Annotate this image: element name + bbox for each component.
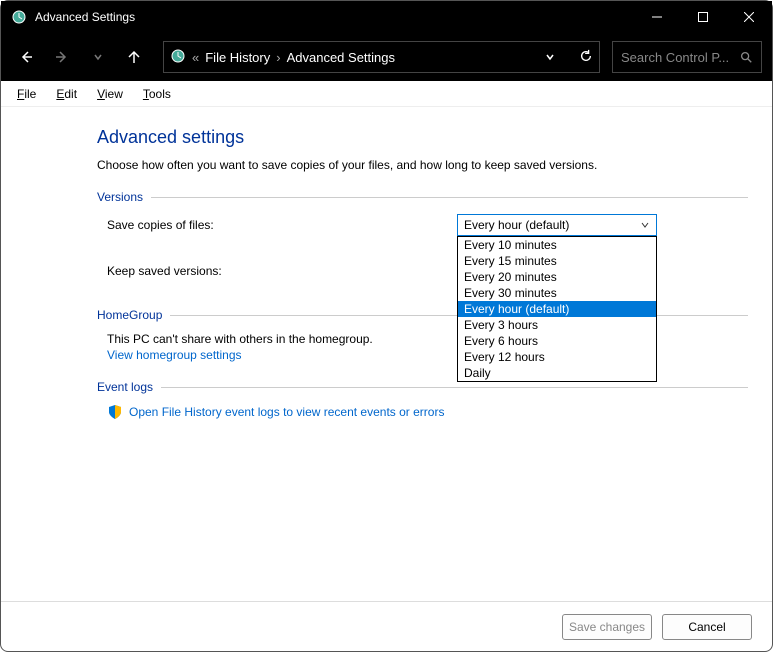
section-versions: Versions	[97, 190, 748, 204]
shield-icon	[107, 404, 123, 420]
chevron-down-icon	[640, 220, 650, 230]
app-icon	[11, 9, 27, 25]
titlebar: Advanced Settings	[1, 1, 772, 33]
address-icon	[170, 48, 186, 67]
save-copies-combobox[interactable]: Every hour (default) Every 10 minutesEve…	[457, 214, 657, 236]
breadcrumb-current[interactable]: Advanced Settings	[287, 50, 395, 65]
dropdown-option[interactable]: Every 15 minutes	[458, 253, 656, 269]
recent-dropdown-button[interactable]	[83, 42, 113, 72]
dropdown-option[interactable]: Every 30 minutes	[458, 285, 656, 301]
address-dropdown-icon[interactable]	[545, 50, 555, 65]
content-area: Advanced settings Choose how often you w…	[1, 107, 772, 601]
section-eventlogs: Event logs	[97, 380, 748, 394]
search-placeholder: Search Control P...	[621, 50, 739, 65]
dropdown-option[interactable]: Every hour (default)	[458, 301, 656, 317]
back-button[interactable]	[11, 42, 41, 72]
breadcrumb-prefix: «	[192, 50, 199, 65]
menu-file[interactable]: File	[7, 84, 46, 104]
dropdown-option[interactable]: Daily	[458, 365, 656, 381]
dropdown-option[interactable]: Every 12 hours	[458, 349, 656, 365]
forward-button[interactable]	[47, 42, 77, 72]
search-icon	[739, 50, 753, 64]
menubar: File Edit View Tools	[1, 81, 772, 107]
window-title: Advanced Settings	[35, 10, 634, 24]
footer: Save changes Cancel	[1, 601, 772, 651]
maximize-button[interactable]	[680, 1, 726, 33]
nav-toolbar: « File History › Advanced Settings Searc…	[1, 33, 772, 81]
close-button[interactable]	[726, 1, 772, 33]
save-copies-value: Every hour (default)	[464, 218, 640, 232]
save-button[interactable]: Save changes	[562, 614, 652, 640]
address-bar[interactable]: « File History › Advanced Settings	[163, 41, 600, 73]
minimize-button[interactable]	[634, 1, 680, 33]
dropdown-option[interactable]: Every 20 minutes	[458, 269, 656, 285]
up-button[interactable]	[119, 42, 149, 72]
dropdown-option[interactable]: Every 6 hours	[458, 333, 656, 349]
page-heading: Advanced settings	[97, 127, 748, 148]
menu-view[interactable]: View	[87, 84, 133, 104]
breadcrumb-root[interactable]: File History	[205, 50, 270, 65]
breadcrumb-separator: ›	[276, 50, 280, 65]
search-input[interactable]: Search Control P...	[612, 41, 762, 73]
page-subtitle: Choose how often you want to save copies…	[97, 158, 748, 172]
refresh-button[interactable]	[579, 49, 593, 66]
keep-versions-label: Keep saved versions:	[107, 264, 457, 278]
dropdown-option[interactable]: Every 10 minutes	[458, 237, 656, 253]
eventlogs-link[interactable]: Open File History event logs to view rec…	[129, 405, 444, 419]
menu-edit[interactable]: Edit	[46, 84, 87, 104]
save-copies-dropdown: Every 10 minutesEvery 15 minutesEvery 20…	[457, 236, 657, 382]
save-copies-label: Save copies of files:	[107, 218, 457, 232]
dropdown-option[interactable]: Every 3 hours	[458, 317, 656, 333]
menu-tools[interactable]: Tools	[133, 84, 181, 104]
cancel-button[interactable]: Cancel	[662, 614, 752, 640]
